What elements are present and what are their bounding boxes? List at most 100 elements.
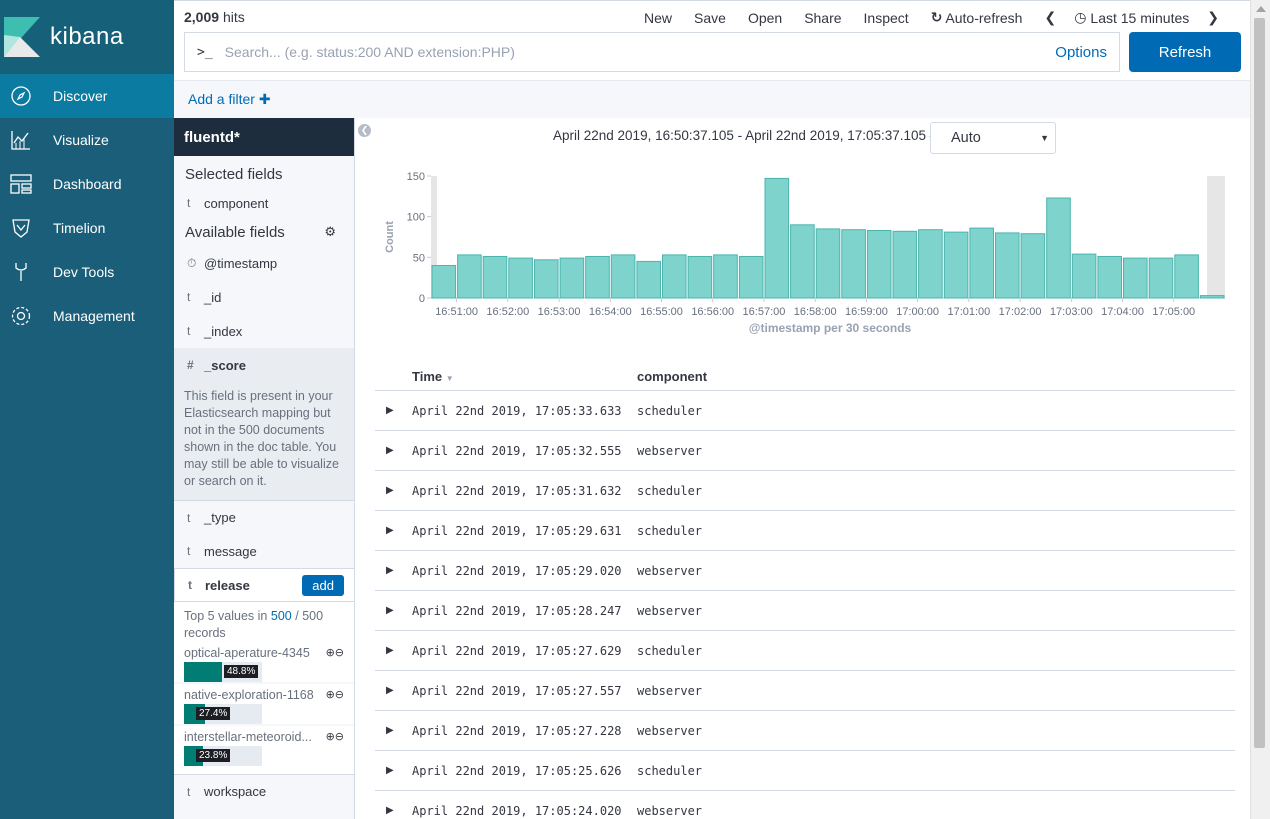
expand-row-icon[interactable]: ▶	[375, 525, 412, 536]
expand-row-icon[interactable]: ▶	[375, 645, 412, 656]
nav-item-devtools[interactable]: Dev Tools	[0, 250, 174, 294]
histogram-bar[interactable]	[1174, 254, 1199, 299]
table-row[interactable]: ▶ April 22nd 2019, 17:05:33.633 scheduler	[375, 391, 1235, 431]
table-row[interactable]: ▶ April 22nd 2019, 17:05:27.629 scheduler	[375, 631, 1235, 671]
filter-out-value-icon[interactable]: ⊖	[335, 647, 344, 659]
histogram-bar[interactable]	[866, 230, 892, 299]
histogram-bar[interactable]	[892, 230, 918, 299]
histogram-bar[interactable]	[1071, 253, 1097, 299]
histogram-bar[interactable]	[687, 256, 713, 299]
table-row[interactable]: ▶ April 22nd 2019, 17:05:29.631 scheduler	[375, 511, 1235, 551]
expand-row-icon[interactable]: ▶	[375, 685, 412, 696]
table-row[interactable]: ▶ April 22nd 2019, 17:05:25.626 scheduler	[375, 751, 1235, 791]
nav-item-discover[interactable]: Discover	[0, 74, 174, 118]
histogram-bar[interactable]	[457, 254, 482, 299]
histogram-bar[interactable]	[662, 254, 687, 299]
add-field-button[interactable]: add	[302, 575, 344, 596]
nav-item-visualize[interactable]: Visualize	[0, 118, 174, 162]
search-input[interactable]: Search... (e.g. status:200 AND extension…	[225, 44, 1056, 60]
expand-row-icon[interactable]: ▶	[375, 445, 412, 456]
table-row[interactable]: ▶ April 22nd 2019, 17:05:27.557 webserver	[375, 671, 1235, 711]
histogram-bar[interactable]	[534, 259, 559, 299]
filter-for-value-icon[interactable]: ⊕	[326, 647, 335, 659]
table-row[interactable]: ▶ April 22nd 2019, 17:05:31.632 scheduler	[375, 471, 1235, 511]
expand-row-icon[interactable]: ▶	[375, 485, 412, 496]
save-button[interactable]: Save	[694, 9, 726, 26]
field-id[interactable]: t _id	[174, 280, 354, 314]
new-button[interactable]: New	[644, 9, 672, 26]
table-row[interactable]: ▶ April 22nd 2019, 17:05:28.247 webserver	[375, 591, 1235, 631]
share-button[interactable]: Share	[804, 9, 841, 26]
histogram-bar[interactable]	[482, 256, 508, 299]
field-score[interactable]: # _score	[174, 348, 354, 382]
top5-count-link[interactable]: 500	[271, 609, 292, 623]
scrollbar-thumb[interactable]	[1254, 18, 1265, 748]
histogram-bar[interactable]	[815, 228, 841, 299]
nav-item-timelion[interactable]: Timelion	[0, 206, 174, 250]
histogram-bar[interactable]	[943, 231, 969, 299]
sort-down-icon[interactable]: ▼	[446, 374, 454, 383]
histogram-bar[interactable]	[559, 257, 585, 299]
nav-item-dashboard[interactable]: Dashboard	[0, 162, 174, 206]
histogram-bar[interactable]	[585, 256, 610, 299]
expand-row-icon[interactable]: ▶	[375, 565, 412, 576]
histogram-bar[interactable]	[610, 254, 636, 299]
component-column-header[interactable]: component	[637, 369, 1235, 384]
kibana-logo[interactable]: kibana	[0, 0, 174, 74]
timepicker-button[interactable]: ◷ Last 15 minutes	[1074, 9, 1189, 26]
filter-for-value-icon[interactable]: ⊕	[326, 689, 335, 701]
table-row[interactable]: ▶ April 22nd 2019, 17:05:29.020 webserver	[375, 551, 1235, 591]
options-button[interactable]: Options	[1055, 44, 1107, 61]
histogram-bar[interactable]	[431, 265, 457, 299]
histogram-bar[interactable]	[636, 260, 661, 299]
refresh-button[interactable]: Refresh	[1129, 32, 1241, 72]
table-row[interactable]: ▶ April 22nd 2019, 17:05:27.228 webserver	[375, 711, 1235, 751]
field-index[interactable]: t _index	[174, 314, 354, 348]
expand-row-icon[interactable]: ▶	[375, 605, 412, 616]
histogram-bar[interactable]	[1123, 257, 1148, 299]
field-component[interactable]: t component	[174, 188, 354, 218]
histogram-bar[interactable]	[508, 257, 533, 299]
gear-icon[interactable]: ⚙	[324, 224, 336, 240]
histogram-bar[interactable]	[1199, 295, 1225, 299]
histogram-bar[interactable]	[995, 232, 1020, 299]
histogram-bar[interactable]	[738, 256, 764, 299]
filter-for-value-icon[interactable]: ⊕	[326, 731, 335, 743]
add-filter-button[interactable]: Add a filter ✚	[188, 91, 271, 108]
index-pattern-title[interactable]: fluentd*	[174, 118, 354, 156]
collapse-sidebar-icon[interactable]: ❮	[358, 124, 371, 137]
expand-row-icon[interactable]: ▶	[375, 725, 412, 736]
histogram-bar[interactable]	[1046, 197, 1071, 299]
histogram-bar[interactable]	[1097, 256, 1123, 299]
field-release[interactable]: t release add	[174, 568, 354, 602]
open-button[interactable]: Open	[748, 9, 782, 26]
expand-row-icon[interactable]: ▶	[375, 805, 412, 816]
scrollbar[interactable]	[1250, 0, 1270, 819]
field-type[interactable]: t _type	[174, 500, 354, 534]
histogram-bar[interactable]	[841, 229, 866, 299]
auto-refresh-button[interactable]: ↻ Auto-refresh	[931, 9, 1023, 26]
inspect-button[interactable]: Inspect	[864, 9, 909, 26]
interval-select[interactable]: Auto ▼	[930, 122, 1056, 154]
table-row[interactable]: ▶ April 22nd 2019, 17:05:24.020 webserver	[375, 791, 1235, 819]
histogram-bar[interactable]	[1020, 233, 1046, 299]
time-column-header[interactable]: Time ▼	[412, 369, 637, 384]
histogram-bar[interactable]	[764, 177, 790, 299]
field-workspace[interactable]: t workspace	[174, 774, 354, 808]
scroll-up-arrow-icon[interactable]	[1256, 6, 1266, 12]
histogram-bar[interactable]	[713, 254, 738, 299]
expand-row-icon[interactable]: ▶	[375, 765, 412, 776]
field-timestamp[interactable]: ⏱ @timestamp	[174, 246, 354, 280]
filter-out-value-icon[interactable]: ⊖	[335, 731, 344, 743]
histogram-bar[interactable]	[918, 229, 943, 299]
filter-out-value-icon[interactable]: ⊖	[335, 689, 344, 701]
histogram-bar[interactable]	[1148, 257, 1174, 299]
field-message[interactable]: t message	[174, 534, 354, 568]
nav-item-management[interactable]: Management	[0, 294, 174, 338]
time-forward-icon[interactable]: ❯	[1207, 9, 1219, 26]
histogram-bar[interactable]	[790, 224, 815, 299]
time-back-icon[interactable]: ❮	[1044, 9, 1056, 26]
histogram-bar[interactable]	[969, 227, 995, 299]
table-row[interactable]: ▶ April 22nd 2019, 17:05:32.555 webserver	[375, 431, 1235, 471]
search-bar[interactable]: >_ Search... (e.g. status:200 AND extens…	[184, 32, 1120, 72]
